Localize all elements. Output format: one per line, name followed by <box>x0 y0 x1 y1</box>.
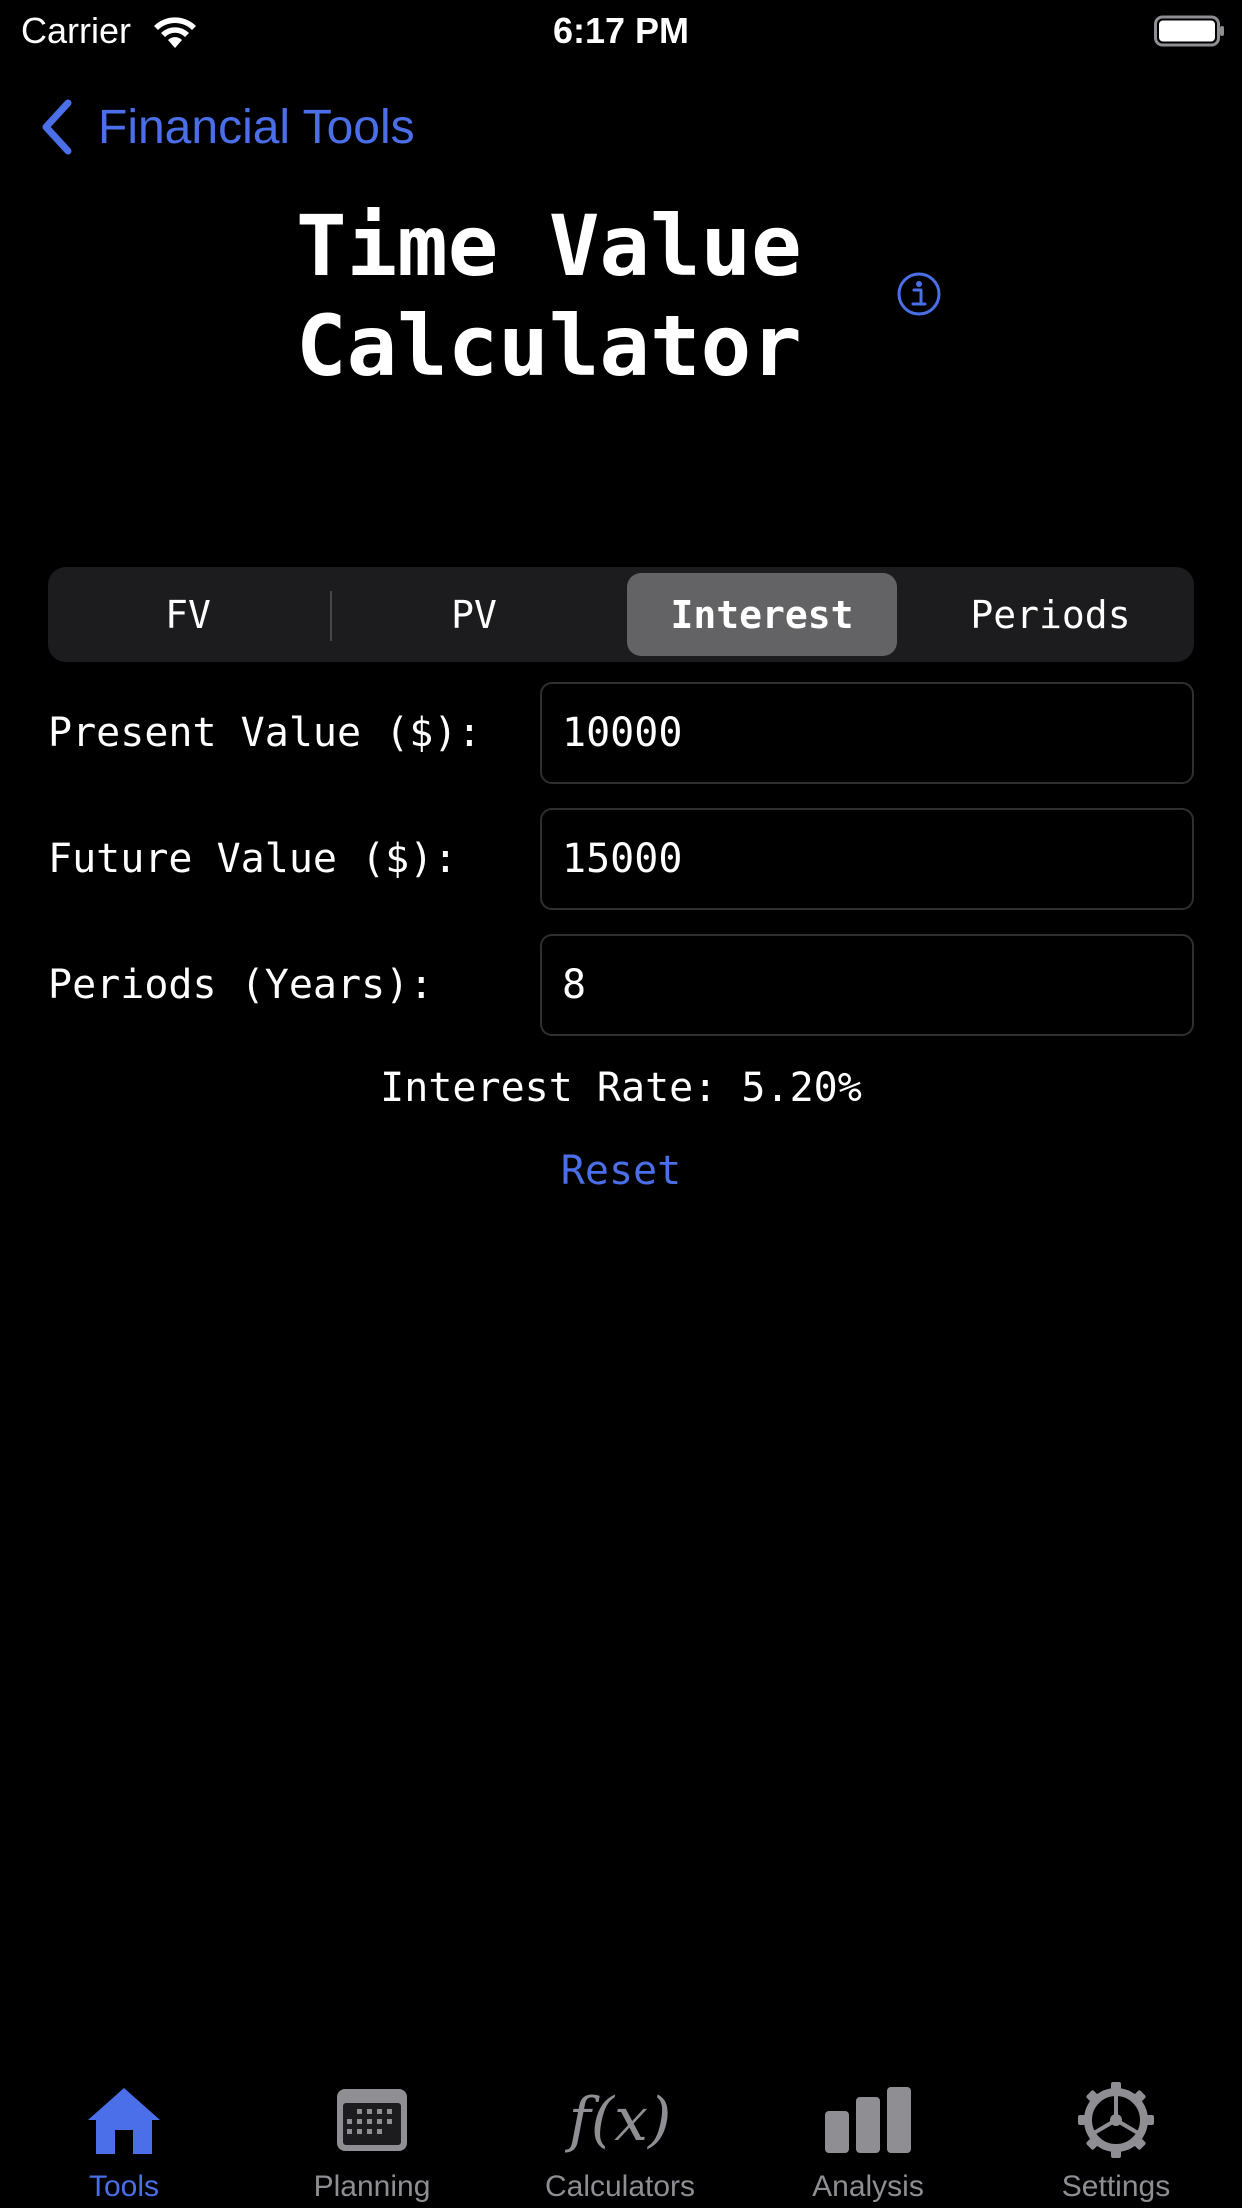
mode-segmented-control: FV PV Interest Periods <box>48 567 1194 662</box>
interest-rate-result: Interest Rate: 5.20% <box>380 1065 862 1111</box>
segment-fv[interactable]: FV <box>54 573 322 656</box>
clock: 6:17 PM <box>552 10 690 51</box>
tab-analysis-label: Analysis <box>812 2170 924 2203</box>
gear-icon <box>992 2076 1240 2164</box>
tab-tools-label: Tools <box>88 2170 160 2203</box>
periods-row: Periods (Years): <box>48 934 1194 1036</box>
tab-planning-label: Planning <box>313 2170 431 2203</box>
bar-chart-icon <box>744 2076 992 2164</box>
tab-settings[interactable]: Settings <box>992 2058 1240 2208</box>
segment-interest[interactable]: Interest <box>627 573 897 656</box>
tab-bar: Tools Planning f(x) Calculators Analysis… <box>0 2058 1242 2208</box>
tab-planning[interactable]: Planning <box>248 2058 496 2208</box>
tab-settings-label: Settings <box>1061 2170 1171 2203</box>
tab-calculators[interactable]: f(x) Calculators <box>496 2058 744 2208</box>
function-glyph: f(x) <box>568 2085 672 2155</box>
segment-divider <box>330 591 332 641</box>
page-title: Time Value Calculator <box>296 197 802 395</box>
present-value-input[interactable] <box>540 682 1194 784</box>
battery-icon <box>1154 15 1224 47</box>
present-value-row: Present Value ($): <box>48 682 1194 784</box>
tab-calculators-label: Calculators <box>544 2170 696 2203</box>
house-icon <box>0 2076 248 2164</box>
segment-pv[interactable]: PV <box>340 573 608 656</box>
present-value-label: Present Value ($): <box>48 710 482 756</box>
back-button[interactable]: Financial Tools <box>36 92 415 162</box>
tab-tools[interactable]: Tools <box>0 2058 248 2208</box>
info-icon[interactable] <box>896 271 942 317</box>
future-value-input[interactable] <box>540 808 1194 910</box>
future-value-row: Future Value ($): <box>48 808 1194 910</box>
segment-periods[interactable]: Periods <box>913 573 1188 656</box>
future-value-label: Future Value ($): <box>48 836 458 882</box>
periods-label: Periods (Years): <box>48 962 434 1008</box>
status-bar: Carrier 6:17 PM <box>0 0 1242 60</box>
calendar-icon <box>248 2076 496 2164</box>
periods-input[interactable] <box>540 934 1194 1036</box>
function-icon: f(x) <box>496 2076 744 2164</box>
reset-button[interactable]: Reset <box>0 1148 1242 1194</box>
tab-analysis[interactable]: Analysis <box>744 2058 992 2208</box>
back-label: Financial Tools <box>98 100 415 154</box>
chevron-left-icon <box>42 99 72 155</box>
